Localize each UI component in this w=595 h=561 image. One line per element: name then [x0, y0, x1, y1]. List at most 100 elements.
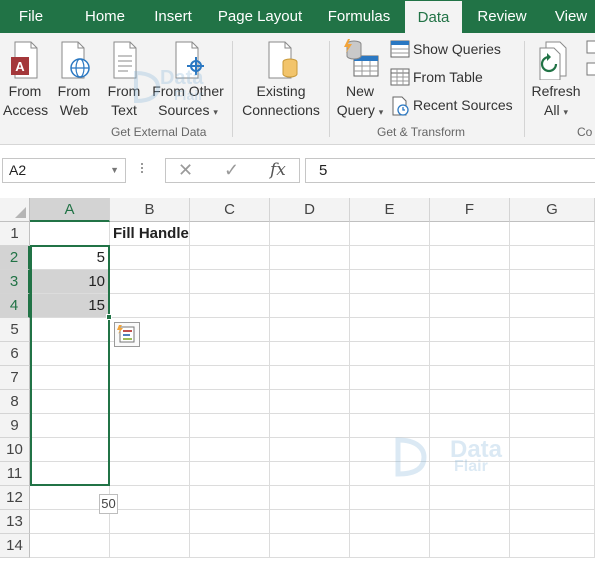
- grid-cell[interactable]: [110, 462, 190, 486]
- grid-cell[interactable]: [510, 318, 595, 342]
- grid-cell[interactable]: [350, 390, 430, 414]
- show-queries-button[interactable]: Show Queries: [390, 38, 520, 60]
- grid-cell[interactable]: [430, 390, 510, 414]
- grid-cell[interactable]: [30, 342, 110, 366]
- chevron-down-icon[interactable]: ▼: [110, 159, 119, 182]
- grid-cell[interactable]: [350, 510, 430, 534]
- grid-cell[interactable]: [430, 270, 510, 294]
- grid-cell[interactable]: [110, 246, 190, 270]
- grid-cell[interactable]: [430, 342, 510, 366]
- grid-cell[interactable]: [30, 510, 110, 534]
- grid-cell[interactable]: [510, 246, 595, 270]
- tab-view[interactable]: View: [546, 0, 595, 33]
- row-header-6[interactable]: 6: [0, 342, 30, 366]
- name-box[interactable]: A2 ▼: [2, 158, 126, 183]
- grid-cell[interactable]: [430, 294, 510, 318]
- cancel-icon[interactable]: ✕: [178, 159, 193, 182]
- grid-cell[interactable]: [350, 294, 430, 318]
- grid-cell[interactable]: [270, 486, 350, 510]
- enter-icon[interactable]: ✓: [224, 159, 239, 182]
- cell-b1[interactable]: Fill Handle: [110, 222, 190, 246]
- grid-cell[interactable]: [350, 366, 430, 390]
- grid-cell[interactable]: [510, 510, 595, 534]
- grid-cell[interactable]: [430, 318, 510, 342]
- grid-cell[interactable]: [350, 414, 430, 438]
- row-header-9[interactable]: 9: [0, 414, 30, 438]
- grid-cell[interactable]: [30, 462, 110, 486]
- grid-cell[interactable]: [350, 438, 430, 462]
- grid-cell[interactable]: [190, 294, 270, 318]
- grid-cell[interactable]: [430, 510, 510, 534]
- grid-cell[interactable]: [350, 246, 430, 270]
- grid-cell[interactable]: [430, 222, 510, 246]
- grid-cell[interactable]: [190, 246, 270, 270]
- grid-cell[interactable]: [30, 438, 110, 462]
- cell-a4[interactable]: 15: [30, 294, 110, 318]
- grid-cell[interactable]: [350, 318, 430, 342]
- grid-cell[interactable]: [190, 486, 270, 510]
- tab-data[interactable]: Data: [405, 1, 462, 33]
- from-web-button[interactable]: From Web: [53, 40, 95, 120]
- from-table-button[interactable]: From Table: [390, 66, 520, 88]
- grid-cell[interactable]: [110, 294, 190, 318]
- grid-cell[interactable]: [190, 438, 270, 462]
- grid-cell[interactable]: [190, 414, 270, 438]
- grid-cell[interactable]: [510, 366, 595, 390]
- grid-cell[interactable]: [510, 534, 595, 558]
- grid-cell[interactable]: [30, 486, 110, 510]
- grid-cell[interactable]: [190, 534, 270, 558]
- column-header-f[interactable]: F: [430, 198, 510, 222]
- grid-cell[interactable]: [190, 390, 270, 414]
- grid-cell[interactable]: [350, 462, 430, 486]
- grid-cell[interactable]: [510, 438, 595, 462]
- grid-cell[interactable]: [350, 222, 430, 246]
- row-header-13[interactable]: 13: [0, 510, 30, 534]
- column-header-g[interactable]: G: [510, 198, 595, 222]
- tab-page-layout[interactable]: Page Layout: [213, 0, 307, 33]
- tab-formulas[interactable]: Formulas: [320, 0, 398, 33]
- select-all-button[interactable]: [0, 198, 30, 222]
- cell-a3[interactable]: 10: [30, 270, 110, 294]
- existing-connections-button[interactable]: Existing Connections: [238, 40, 324, 120]
- tab-insert[interactable]: Insert: [144, 0, 202, 33]
- grid-cell[interactable]: [190, 222, 270, 246]
- grid-cell[interactable]: [110, 534, 190, 558]
- grid-cell[interactable]: [190, 318, 270, 342]
- grid-cell[interactable]: [110, 414, 190, 438]
- grid-cell[interactable]: [190, 510, 270, 534]
- grid-cell[interactable]: [430, 438, 510, 462]
- grid-cell[interactable]: [350, 486, 430, 510]
- row-header-5[interactable]: 5: [0, 318, 30, 342]
- from-text-button[interactable]: From Text: [104, 40, 144, 120]
- grid-cell[interactable]: [30, 366, 110, 390]
- grid-cell[interactable]: [430, 414, 510, 438]
- grid-cell[interactable]: [30, 414, 110, 438]
- row-header-7[interactable]: 7: [0, 366, 30, 390]
- grid-cell[interactable]: [430, 246, 510, 270]
- new-query-button[interactable]: New Query ▾: [334, 38, 386, 122]
- row-header-12[interactable]: 12: [0, 486, 30, 510]
- quick-analysis-button[interactable]: [114, 322, 140, 347]
- grid-cell[interactable]: [30, 390, 110, 414]
- grid-cell[interactable]: [430, 534, 510, 558]
- grid-cell[interactable]: [190, 270, 270, 294]
- grid-cell[interactable]: [510, 222, 595, 246]
- grid-cell[interactable]: [270, 414, 350, 438]
- from-access-button[interactable]: A From Access: [3, 40, 48, 120]
- grid-cell[interactable]: [430, 366, 510, 390]
- tab-review[interactable]: Review: [470, 0, 534, 33]
- grid-cell[interactable]: [510, 270, 595, 294]
- grid-cell[interactable]: [30, 318, 110, 342]
- grid-cell[interactable]: [510, 294, 595, 318]
- grid-cell[interactable]: [270, 342, 350, 366]
- row-header-2[interactable]: 2: [0, 246, 30, 270]
- grid-cell[interactable]: [350, 534, 430, 558]
- grid-cell[interactable]: [190, 342, 270, 366]
- grid-cell[interactable]: [30, 534, 110, 558]
- tab-home[interactable]: Home: [74, 0, 136, 33]
- recent-sources-button[interactable]: Recent Sources: [390, 94, 520, 116]
- grid-cell[interactable]: [510, 390, 595, 414]
- cell-a2[interactable]: 5: [30, 246, 110, 270]
- grid-cell[interactable]: [190, 366, 270, 390]
- grid-cell[interactable]: [270, 222, 350, 246]
